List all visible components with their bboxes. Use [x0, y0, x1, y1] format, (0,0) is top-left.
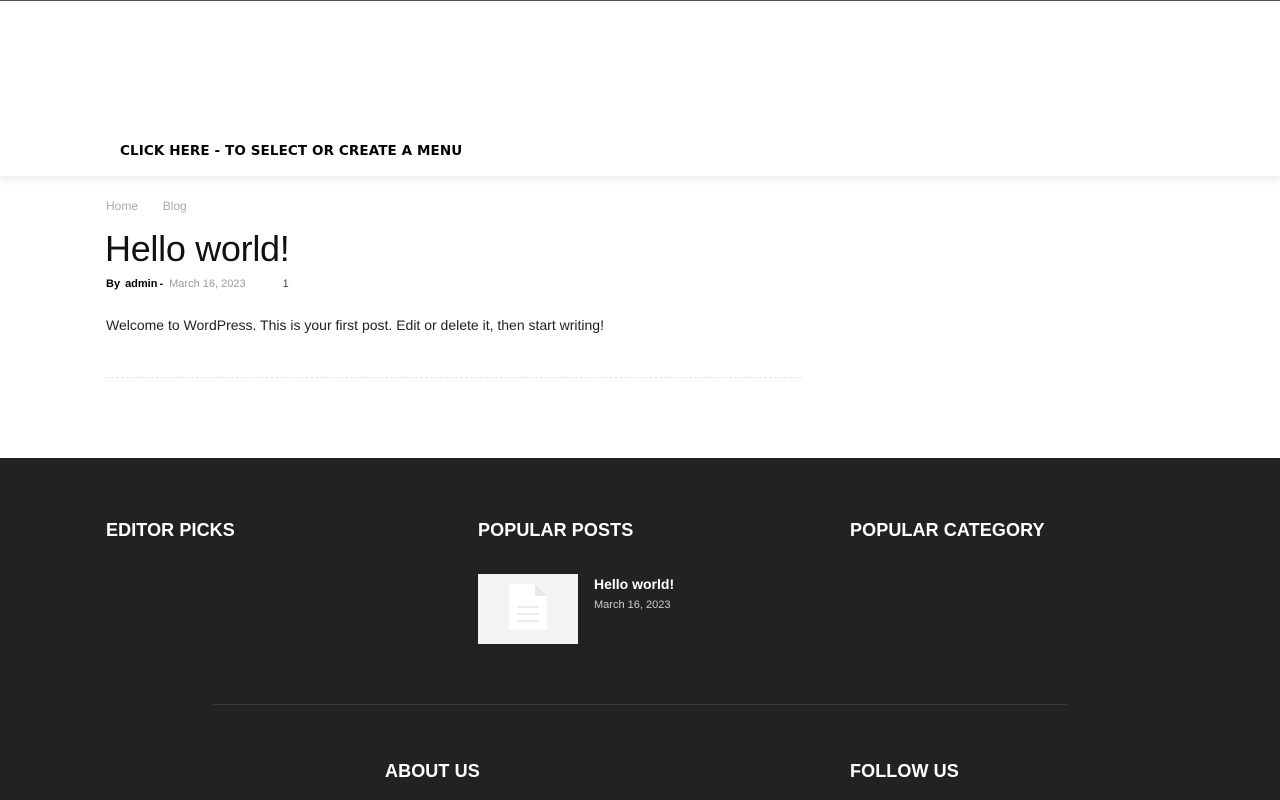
popular-post-title[interactable]: Hello world!: [594, 576, 674, 592]
popular-post-thumbnail[interactable]: [478, 574, 578, 644]
comment-count-link[interactable]: 1: [270, 278, 289, 290]
post-meta: By admin - March 16, 2023 1: [106, 278, 289, 290]
site-footer: EDITOR PICKS POPULAR POSTS POPULAR CATEG…: [0, 458, 1280, 800]
popular-posts-heading: POPULAR POSTS: [478, 520, 634, 540]
follow-us-heading: FOLLOW US: [850, 761, 959, 781]
post-body: Welcome to WordPress. This is your first…: [106, 317, 604, 333]
site-header: CLICK HERE - TO SELECT OR CREATE A MENU: [0, 1, 1280, 176]
editor-picks-heading: EDITOR PICKS: [106, 520, 235, 540]
breadcrumb-home[interactable]: Home: [106, 199, 138, 213]
select-menu-link[interactable]: CLICK HERE - TO SELECT OR CREATE A MENU: [120, 143, 462, 159]
breadcrumb: Home Blog: [106, 199, 187, 213]
post-title: Hello world!: [105, 228, 290, 269]
breadcrumb-blog[interactable]: Blog: [163, 199, 187, 213]
author-link[interactable]: admin: [125, 278, 157, 290]
popular-post-date: March 16, 2023: [594, 599, 671, 611]
post-date: March 16, 2023: [169, 278, 246, 290]
document-icon: [507, 582, 549, 637]
comment-bubble-icon: [270, 280, 280, 289]
footer-divider: [213, 704, 1067, 705]
meta-dash: -: [159, 278, 164, 290]
about-us-heading: ABOUT US: [385, 761, 480, 781]
post-divider: [106, 377, 802, 378]
by-label: By: [106, 278, 121, 290]
comment-count: 1: [282, 278, 289, 290]
popular-category-heading: POPULAR CATEGORY: [850, 520, 1045, 540]
